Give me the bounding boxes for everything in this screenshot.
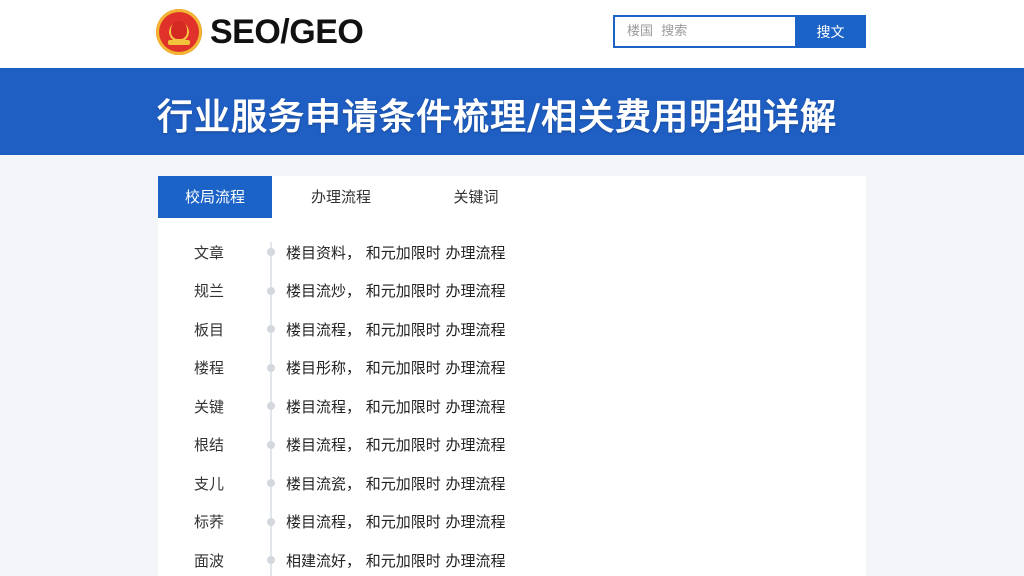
list-item: 标荞 楼目流程， 和元加限时 办理流程 (158, 503, 866, 542)
list-item-label: 板目 (194, 320, 225, 339)
list-item-link[interactable]: 楼目资料， 和元加限时 办理流程 (286, 242, 506, 263)
list-item: 楼程 楼目彤称， 和元加限时 办理流程 (158, 349, 866, 388)
timeline-dot (267, 517, 275, 526)
list-item: 文章 楼目资料， 和元加限时 办理流程 (158, 233, 866, 272)
site-logo[interactable]: SEO/GEO (156, 9, 364, 55)
tab-process[interactable]: 校局流程 (158, 176, 272, 218)
list-item-label: 支儿 (194, 474, 225, 493)
list-item: 面波 相建流好， 和元加限时 办理流程 (158, 541, 866, 576)
list-item-link[interactable]: 楼目流炒， 和元加限时 办理流程 (286, 280, 506, 301)
list-item-label: 关键 (194, 397, 225, 416)
timeline-dot (267, 556, 275, 565)
timeline-list: 文章 楼目资料， 和元加限时 办理流程 规兰 楼目流炒， 和元加限时 办理流程 … (158, 233, 866, 576)
list-item: 根结 楼目流程， 和元加限时 办理流程 (158, 426, 866, 465)
hero-banner: 行业服务申请条件梳理/相关费用明细详解 (0, 68, 1024, 155)
search-input[interactable] (613, 15, 795, 48)
timeline-dot (267, 363, 275, 372)
timeline-dot (267, 325, 275, 334)
list-item-label: 文章 (194, 243, 225, 262)
national-emblem-icon (156, 9, 202, 55)
list-item: 规兰 楼目流炒， 和元加限时 办理流程 (158, 272, 866, 311)
list-item-link[interactable]: 楼目流程， 和元加限时 办理流程 (286, 396, 506, 417)
timeline-dot (267, 479, 275, 488)
content-panel: 校局流程 办理流程 关键词 文章 楼目资料， 和元加限时 办理流程 规兰 楼目流… (158, 176, 866, 576)
list-item-link[interactable]: 楼目流程， 和元加限时 办理流程 (286, 319, 506, 340)
list-item-label: 楼程 (194, 359, 225, 378)
tab-bar: 校局流程 办理流程 关键词 (158, 176, 866, 218)
list-item-label: 面波 (194, 551, 225, 570)
timeline-dot (267, 286, 275, 295)
list-item-link[interactable]: 楼目流程， 和元加限时 办理流程 (286, 511, 506, 532)
timeline-dot (267, 440, 275, 449)
search-button[interactable]: 搜文 (795, 15, 866, 48)
list-item-link[interactable]: 楼目流程， 和元加限时 办理流程 (286, 434, 506, 455)
timeline-dot (267, 248, 275, 257)
list-item-label: 标荞 (194, 513, 225, 532)
page-title: 行业服务申请条件梳理/相关费用明细详解 (157, 97, 838, 138)
search-bar: 搜文 (613, 15, 866, 48)
timeline-dot (267, 402, 275, 411)
list-item-label: 规兰 (194, 282, 225, 301)
top-header: SEO/GEO 搜文 (0, 0, 1024, 68)
list-item-link[interactable]: 相建流好， 和元加限时 办理流程 (286, 550, 506, 571)
tab-keywords[interactable]: 关键词 (410, 176, 542, 218)
logo-text: SEO/GEO (210, 12, 364, 51)
list-item: 板目 楼目流程， 和元加限时 办理流程 (158, 310, 866, 349)
list-item: 支儿 楼目流瓷， 和元加限时 办理流程 (158, 464, 866, 503)
list-item-link[interactable]: 楼目流瓷， 和元加限时 办理流程 (286, 473, 506, 494)
tab-handling[interactable]: 办理流程 (272, 176, 410, 218)
list-item-label: 根结 (194, 436, 225, 455)
list-item: 关键 楼目流程， 和元加限时 办理流程 (158, 387, 866, 426)
list-item-link[interactable]: 楼目彤称， 和元加限时 办理流程 (286, 357, 506, 378)
